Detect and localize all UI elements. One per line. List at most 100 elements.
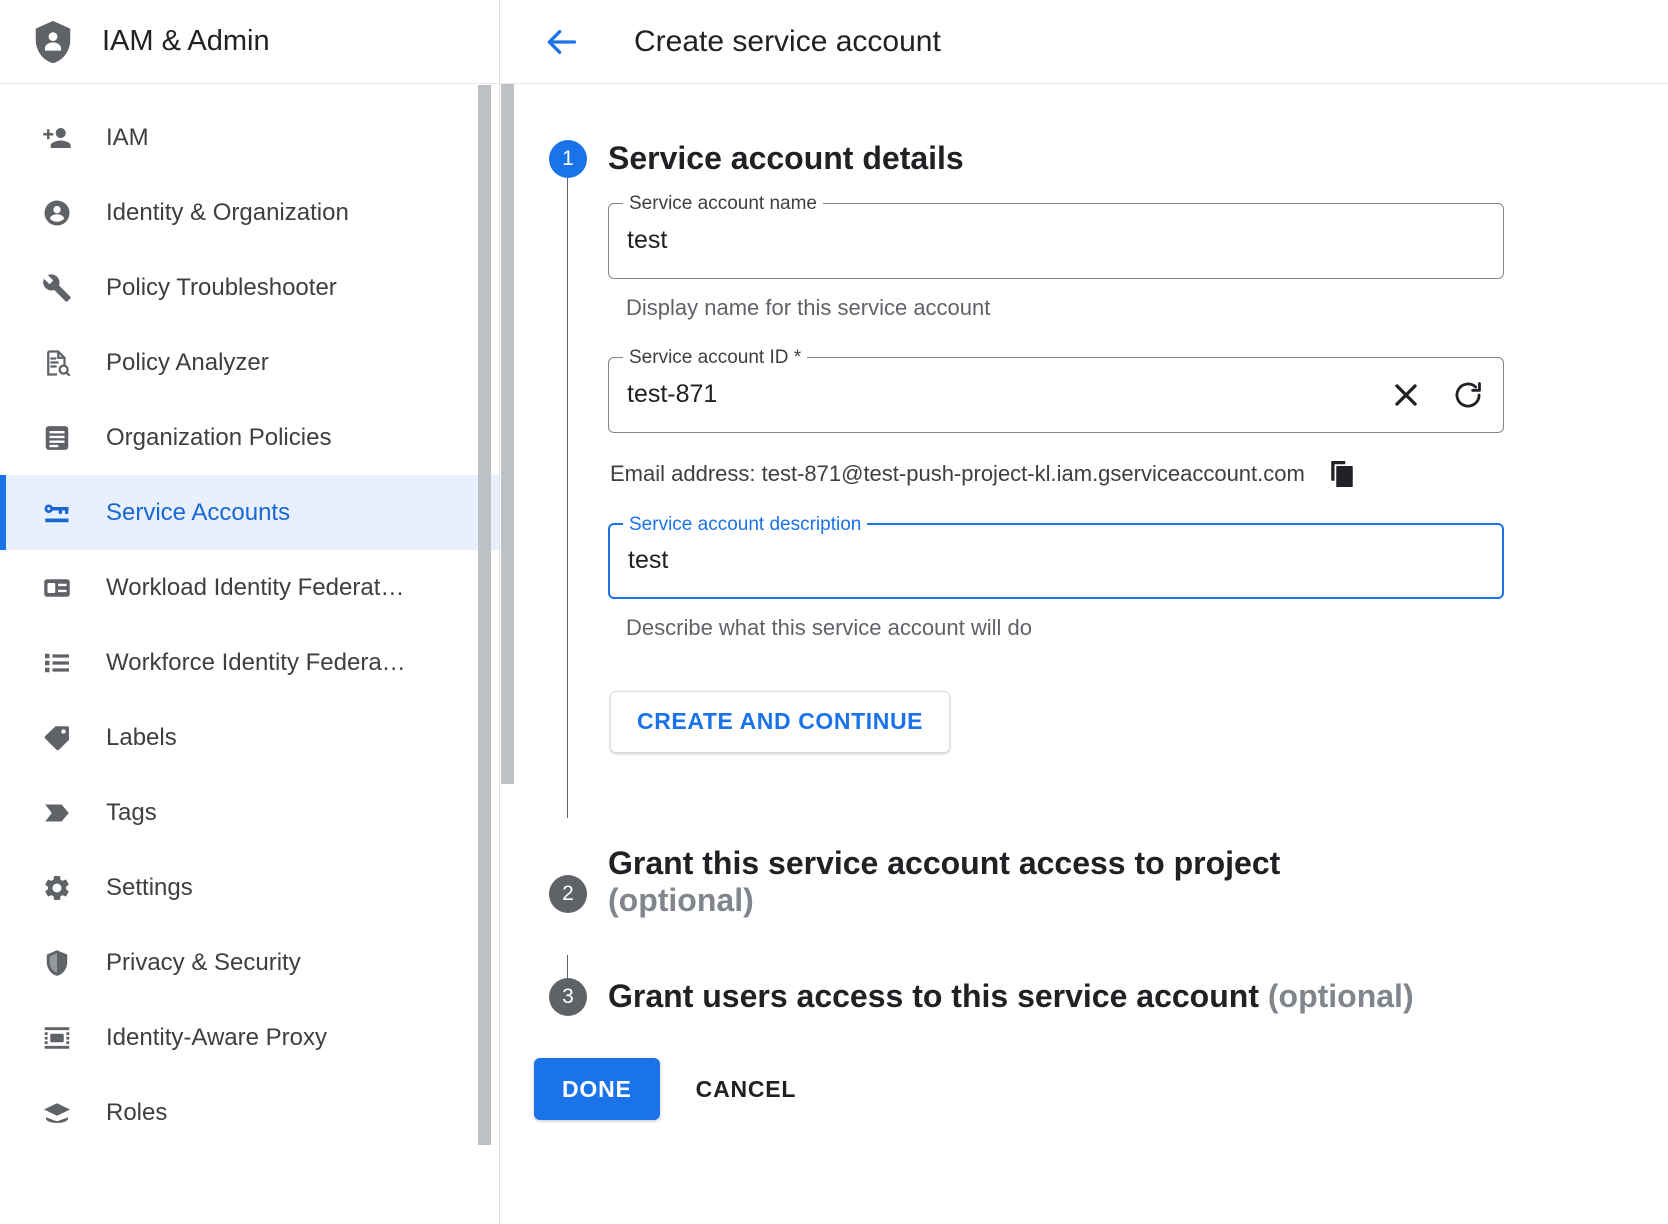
step-2-optional: (optional) — [608, 882, 754, 918]
shield-icon — [42, 948, 72, 978]
sidebar-item-tags[interactable]: Tags — [0, 775, 499, 850]
step-1-badge-col: 1 — [528, 140, 608, 178]
service-account-form: Service account name test Display name f… — [608, 177, 1628, 753]
page-title: Create service account — [634, 25, 941, 59]
step-2-title: Grant this service account access to pro… — [608, 845, 1388, 919]
email-address-text: Email address: test-871@test-push-projec… — [610, 461, 1305, 487]
create-and-continue-button[interactable]: CREATE AND CONTINUE — [610, 691, 950, 753]
sidebar-item-label: Organization Policies — [106, 424, 331, 452]
sidebar-item-label: Workload Identity Federat… — [106, 574, 404, 602]
gear-icon — [42, 873, 72, 903]
refresh-icon[interactable] — [1451, 378, 1485, 412]
sidebar-item-label: Settings — [106, 874, 193, 902]
sidebar-item-labels[interactable]: Labels — [0, 700, 499, 775]
app-root: IAM & Admin IAM — [0, 0, 1668, 1224]
step-2-content: Grant this service account access to pro… — [608, 845, 1668, 919]
sidebar-item-identity-organization[interactable]: Identity & Organization — [0, 175, 499, 250]
cancel-button[interactable]: CANCEL — [674, 1058, 819, 1120]
content-scrollbar[interactable] — [500, 84, 514, 1224]
step-3-title: Grant users access to this service accou… — [608, 978, 1628, 1015]
sidebar-nav-list: IAM Identity & Organization — [0, 84, 499, 1224]
sidebar-item-label: Workforce Identity Federa… — [106, 649, 406, 677]
service-account-id-label: Service account ID * — [623, 346, 807, 370]
service-account-description-input[interactable]: test — [628, 546, 1484, 575]
copy-icon[interactable] — [1327, 459, 1357, 489]
step-3-content: Grant users access to this service accou… — [608, 978, 1668, 1015]
person-add-icon — [42, 123, 72, 153]
sidebar-item-privacy-security[interactable]: Privacy & Security — [0, 925, 499, 1000]
step-3-badge-col: 3 — [528, 978, 608, 1016]
sidebar-item-identity-aware-proxy[interactable]: Identity-Aware Proxy — [0, 1000, 499, 1075]
step-3-optional: (optional) — [1268, 978, 1414, 1014]
sidebar-item-roles[interactable]: Roles — [0, 1075, 499, 1150]
label-tag-icon — [42, 723, 72, 753]
brand-title: IAM & Admin — [102, 25, 270, 58]
step-3: 3 Grant users access to this service acc… — [528, 978, 1668, 1016]
badge-card-icon — [42, 573, 72, 603]
service-account-id-field[interactable]: Service account ID * test-871 — [608, 357, 1504, 433]
create-service-account-stepper: 1 Service account details Service accoun… — [528, 84, 1668, 1120]
step-connector-1 — [567, 178, 568, 818]
sidebar-item-label: Policy Analyzer — [106, 349, 269, 377]
service-account-name-helper: Display name for this service account — [626, 295, 1628, 321]
step-2: 2 Grant this service account access to p… — [528, 845, 1668, 919]
content-scrollbar-thumb[interactable] — [501, 84, 514, 784]
sidebar-item-workforce-identity-federation[interactable]: Workforce Identity Federa… — [0, 625, 499, 700]
sidebar-item-service-accounts[interactable]: Service Accounts — [0, 475, 499, 550]
wrench-icon — [42, 273, 72, 303]
sidebar-scrollbar[interactable] — [478, 85, 491, 1224]
main-body: 1 Service account details Service accoun… — [500, 84, 1668, 1224]
sidebar-item-label: Policy Troubleshooter — [106, 274, 337, 302]
sidebar-item-policy-troubleshooter[interactable]: Policy Troubleshooter — [0, 250, 499, 325]
bullet-list-icon — [42, 648, 72, 678]
list-document-icon — [42, 423, 72, 453]
service-account-description-helper: Describe what this service account will … — [626, 615, 1628, 641]
main-content: Create service account 1 Service account… — [500, 0, 1668, 1224]
service-account-id-input[interactable]: test-871 — [627, 380, 1375, 409]
service-account-name-label: Service account name — [623, 192, 823, 216]
proxy-icon — [42, 1023, 72, 1053]
roles-hat-icon — [42, 1098, 72, 1128]
email-address-row: Email address: test-871@test-push-projec… — [610, 459, 1628, 489]
sidebar-scrollbar-thumb[interactable] — [478, 85, 491, 1145]
service-account-description-label: Service account description — [623, 513, 867, 537]
step-2-badge-col: 2 — [528, 845, 608, 913]
service-account-id-actions — [1389, 378, 1485, 412]
step-3-badge: 3 — [549, 978, 587, 1016]
sidebar-item-label: Service Accounts — [106, 499, 290, 527]
sidebar-item-label: IAM — [106, 124, 149, 152]
footer-actions: DONE CANCEL — [534, 1058, 1668, 1120]
key-icon — [42, 498, 72, 528]
arrow-left-icon[interactable] — [542, 22, 582, 62]
step-1-content: Service account details Service account … — [608, 140, 1668, 753]
step-2-title-text: Grant this service account access to pro… — [608, 845, 1280, 881]
sidebar-item-label: Roles — [106, 1099, 167, 1127]
content-inner: 1 Service account details Service accoun… — [514, 84, 1668, 1224]
service-account-description-field[interactable]: Service account description test — [608, 523, 1504, 599]
sidebar-item-workload-identity-federation[interactable]: Workload Identity Federat… — [0, 550, 499, 625]
sidebar-item-label: Identity-Aware Proxy — [106, 1024, 327, 1052]
sidebar-item-iam[interactable]: IAM — [0, 100, 499, 175]
service-account-name-input[interactable]: test — [627, 226, 1485, 255]
done-button[interactable]: DONE — [534, 1058, 660, 1120]
sidebar-item-organization-policies[interactable]: Organization Policies — [0, 400, 499, 475]
service-account-name-field[interactable]: Service account name test — [608, 203, 1504, 279]
sidebar-item-label: Identity & Organization — [106, 199, 349, 227]
shield-person-icon — [30, 19, 76, 65]
step-1-title: Service account details — [608, 140, 1628, 177]
sidebar-item-settings[interactable]: Settings — [0, 850, 499, 925]
sidebar-item-policy-analyzer[interactable]: Policy Analyzer — [0, 325, 499, 400]
step-1-badge: 1 — [549, 140, 587, 178]
document-search-icon — [42, 348, 72, 378]
sidebar-item-label: Labels — [106, 724, 177, 752]
account-circle-icon — [42, 198, 72, 228]
step-2-badge: 2 — [549, 875, 587, 913]
page-header: Create service account — [500, 0, 1668, 84]
sidebar: IAM & Admin IAM — [0, 0, 500, 1224]
sidebar-item-label: Privacy & Security — [106, 949, 301, 977]
step-3-title-text: Grant users access to this service accou… — [608, 978, 1268, 1014]
sidebar-item-label: Tags — [106, 799, 157, 827]
step-1: 1 Service account details Service accoun… — [528, 140, 1668, 753]
close-icon[interactable] — [1389, 378, 1423, 412]
sidebar-header: IAM & Admin — [0, 0, 499, 84]
